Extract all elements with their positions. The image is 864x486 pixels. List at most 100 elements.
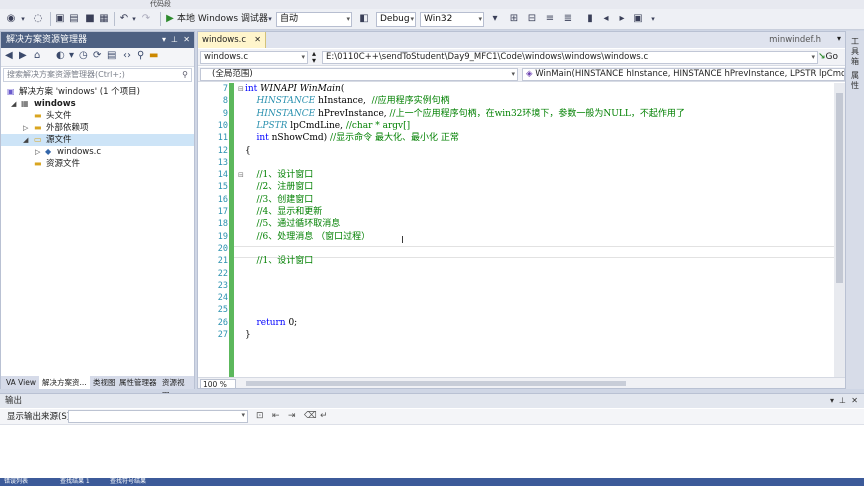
output-source-select[interactable]: ▾ bbox=[68, 410, 248, 423]
code-line[interactable]: LPSTR lpCmdLine, //char * argv[] bbox=[245, 120, 410, 132]
preview-icon[interactable]: ▬ bbox=[149, 50, 158, 61]
code-text-area[interactable]: 7 ⊟ int WINAPI WinMain(8 HINSTANCE hInstan… bbox=[198, 83, 834, 377]
panel-menu-icon[interactable]: ▾ bbox=[162, 32, 166, 48]
debug-target-label[interactable]: 本地 Windows 调试器 bbox=[177, 12, 268, 27]
tab-resource-view[interactable]: 资源视图 bbox=[159, 376, 194, 400]
clear-all-icon[interactable]: ⌫ bbox=[304, 411, 317, 421]
debug-target-dropdown-icon[interactable]: ▾ bbox=[266, 12, 274, 26]
refresh-icon[interactable]: ⟳ bbox=[93, 50, 101, 61]
tab-error-list[interactable]: 错误列表 bbox=[4, 478, 28, 486]
tree-item-resource-files[interactable]: ▬ 资源文件 bbox=[1, 158, 194, 170]
tab-class-view[interactable]: 类视图 bbox=[90, 376, 119, 389]
tree-item-source-files[interactable]: ◢ ▭ 源文件 bbox=[1, 134, 194, 146]
dropdown-icon[interactable]: ▾ bbox=[18, 12, 28, 26]
undo-dropdown-icon[interactable]: ▾ bbox=[130, 12, 138, 26]
code-line[interactable]: //5、通过循环取消息 bbox=[245, 218, 340, 230]
close-icon[interactable]: ✕ bbox=[183, 32, 190, 48]
tab-va-view[interactable]: VA View bbox=[3, 376, 39, 389]
show-all-files-icon[interactable]: ‹› bbox=[123, 50, 131, 61]
close-icon[interactable]: ✕ bbox=[851, 394, 858, 408]
configuration-combo[interactable]: Debug ▾ bbox=[376, 12, 416, 27]
collapsed-arrow-icon[interactable]: ▷ bbox=[23, 122, 28, 134]
code-line[interactable]: //4、显示和更新 bbox=[245, 206, 322, 218]
save-all-icon[interactable]: ▦ bbox=[98, 12, 110, 26]
tab-find-results[interactable]: 查找结果 1 bbox=[60, 478, 90, 486]
undo-icon[interactable]: ↶ bbox=[118, 12, 130, 26]
save-icon[interactable]: ■ bbox=[84, 12, 96, 26]
find-icon[interactable]: ⊞ bbox=[508, 12, 520, 26]
tree-item-external-deps[interactable]: ▷ ▬ 外部依赖项 bbox=[1, 122, 194, 134]
comment-icon[interactable]: ⊟ bbox=[526, 12, 538, 26]
prev-bookmark-icon[interactable]: ◂ bbox=[600, 12, 612, 26]
tree-item-project[interactable]: ◢ ▦ windows bbox=[1, 98, 194, 110]
dropdown-icon[interactable]: ▾ bbox=[69, 50, 74, 61]
zoom-combo[interactable]: 100 % bbox=[200, 379, 236, 388]
next-message-icon[interactable]: ⇥ bbox=[288, 411, 296, 421]
code-line[interactable]: //6、处理消息 （窗口过程） bbox=[245, 231, 370, 243]
code-line[interactable]: int nShowCmd) //显示命令 最大化、最小化 正常 bbox=[245, 132, 458, 144]
tab-minwindef-h[interactable]: minwindef.h bbox=[769, 32, 821, 48]
code-line[interactable]: //3、创建窗口 bbox=[245, 194, 313, 206]
home-icon[interactable]: ⌂ bbox=[34, 50, 40, 61]
solution-search-input[interactable]: 搜索解决方案资源管理器(Ctrl+;) ⚲ bbox=[3, 68, 192, 82]
code-line[interactable]: return 0; bbox=[245, 317, 297, 329]
code-line[interactable]: //1、设计窗口 bbox=[245, 169, 313, 181]
vertical-scrollbar[interactable] bbox=[834, 83, 845, 377]
go-button[interactable]: ↘Go bbox=[818, 50, 845, 65]
prev-message-icon[interactable]: ⇤ bbox=[272, 411, 280, 421]
file-combo[interactable]: windows.c ▾ bbox=[200, 51, 308, 64]
swap-file-icon[interactable]: ▴ ▾ bbox=[312, 50, 316, 65]
platform-combo[interactable]: Win32 ▾ bbox=[420, 12, 484, 27]
properties-icon[interactable]: ⚲ bbox=[137, 50, 144, 61]
tab-solution-explorer[interactable]: 解决方案资... bbox=[39, 376, 90, 389]
clear-bookmarks-icon[interactable]: ▣ bbox=[632, 12, 644, 26]
pin-icon[interactable]: ⊥ bbox=[171, 32, 178, 48]
tree-item-windows-c[interactable]: ▷ ◆ windows.c bbox=[1, 146, 194, 158]
solution-mode-combo[interactable]: 自动 ▾ bbox=[276, 12, 352, 27]
code-line[interactable]: { bbox=[245, 145, 251, 157]
new-project-icon[interactable]: ▣ bbox=[54, 12, 66, 26]
start-debug-icon[interactable]: ▶ bbox=[165, 12, 175, 26]
outdent-icon[interactable]: ≣ bbox=[562, 12, 574, 26]
tab-properties[interactable]: 属性 bbox=[849, 71, 861, 91]
panel-menu-icon[interactable]: ▾ bbox=[830, 394, 834, 408]
code-line[interactable]: //1、设计窗口 bbox=[245, 255, 313, 267]
scrollbar-thumb[interactable] bbox=[836, 93, 843, 283]
tab-toolbox[interactable]: 工具箱 bbox=[849, 37, 861, 67]
code-line[interactable]: int WINAPI WinMain( bbox=[245, 83, 344, 95]
code-line[interactable]: //2、注册窗口 bbox=[245, 181, 313, 193]
next-bookmark-icon[interactable]: ▸ bbox=[616, 12, 628, 26]
back-icon[interactable]: ◉ bbox=[4, 12, 18, 26]
forward-icon[interactable]: ▶ bbox=[19, 50, 27, 61]
tab-windows-c[interactable]: windows.c ✕ bbox=[198, 32, 266, 48]
bookmark-icon[interactable]: ▮ bbox=[584, 12, 596, 26]
code-line[interactable]: } bbox=[245, 329, 251, 341]
tab-dropdown-icon[interactable]: ▾ bbox=[837, 34, 841, 43]
open-file-icon[interactable]: ▤ bbox=[68, 12, 80, 26]
indent-icon[interactable]: ≡ bbox=[544, 12, 556, 26]
tree-item-solution[interactable]: ▣ 解决方案 'windows' (1 个项目) bbox=[1, 86, 194, 98]
tree-item-header-files[interactable]: ▬ 头文件 bbox=[1, 110, 194, 122]
forward-icon[interactable]: ◌ bbox=[32, 12, 44, 26]
pending-changes-icon[interactable]: ◷ bbox=[79, 50, 88, 61]
back-icon[interactable]: ◀ bbox=[5, 50, 13, 61]
find-in-output-icon[interactable]: ⊡ bbox=[256, 411, 264, 421]
collapsed-arrow-icon[interactable]: ▷ bbox=[35, 146, 40, 158]
attach-icon[interactable]: ◧ bbox=[358, 12, 370, 26]
expanded-arrow-icon[interactable]: ◢ bbox=[11, 98, 16, 110]
expanded-arrow-icon[interactable]: ◢ bbox=[23, 134, 28, 146]
close-icon[interactable]: ✕ bbox=[254, 32, 261, 48]
fold-toggle-icon[interactable]: ⊟ bbox=[238, 169, 244, 181]
code-line[interactable]: HINSTANCE hInstance, //应用程序实例句柄 bbox=[245, 95, 449, 107]
function-combo[interactable]: ◈ WinMain(HINSTANCE hInstance, HINSTANCE… bbox=[522, 68, 845, 81]
word-wrap-icon[interactable]: ↵ bbox=[320, 411, 328, 421]
toolbar-overflow-icon[interactable]: ▾ bbox=[648, 12, 658, 26]
code-line[interactable]: HINSTANCE hPrevInstance, //上一个应用程序句柄，在wi… bbox=[245, 108, 684, 120]
sync-icon[interactable]: ◐ bbox=[56, 50, 65, 61]
path-combo[interactable]: E:\0110C++\sendToStudent\Day9_MFC1\Code\… bbox=[322, 51, 818, 64]
collapse-all-icon[interactable]: ▤ bbox=[107, 50, 116, 61]
horizontal-scrollbar-thumb[interactable] bbox=[246, 381, 626, 386]
pin-icon[interactable]: ⊥ bbox=[839, 394, 846, 408]
fold-toggle-icon[interactable]: ⊟ bbox=[238, 83, 244, 95]
tab-property-manager[interactable]: 属性管理器 bbox=[116, 376, 160, 389]
